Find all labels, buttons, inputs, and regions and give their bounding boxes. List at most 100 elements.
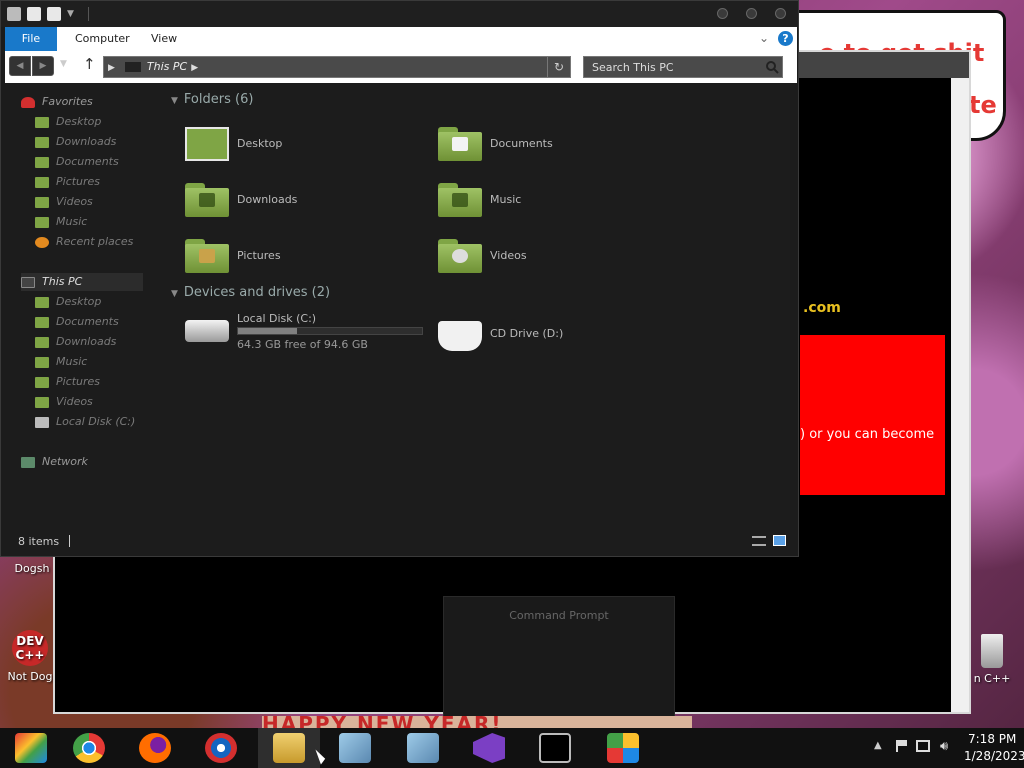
background-scrollbar[interactable] — [951, 78, 969, 712]
background-red-text: ) or you can become — [800, 427, 935, 442]
devcpp-icon: DEV C++ — [12, 630, 48, 666]
taskbar-app-command-prompt[interactable] — [524, 728, 586, 768]
nav-pc-local-disk[interactable]: Local Disk (C:) — [35, 413, 135, 431]
nav-fav-desktop[interactable]: Desktop — [35, 113, 101, 131]
clock-time[interactable]: 7:18 PM — [968, 732, 1016, 746]
taskbar-app-network-setup[interactable] — [324, 728, 386, 768]
desktop-icon-devcpp[interactable]: DEV C++ Not Dog — [0, 630, 60, 683]
help-icon[interactable]: ? — [778, 31, 793, 46]
recent-locations-icon[interactable]: ▼ — [60, 59, 67, 69]
folder-documents[interactable]: Documents — [438, 125, 658, 169]
toolbar-separator — [87, 7, 89, 21]
clock-date[interactable]: 1/28/2023 — [964, 749, 1024, 763]
folder-music[interactable]: Music — [438, 181, 658, 225]
nav-this-pc[interactable]: This PC — [21, 273, 143, 291]
minimize-button[interactable] — [717, 8, 728, 19]
nav-pc-pictures[interactable]: Pictures — [35, 373, 100, 391]
nav-favorites[interactable]: Favorites — [21, 93, 93, 111]
pictures-folder-icon — [185, 239, 229, 273]
taskbar-app-chrome[interactable] — [58, 728, 120, 768]
volume-icon[interactable]: 🔊︎ — [940, 739, 948, 754]
nav-fav-videos[interactable]: Videos — [35, 193, 93, 211]
taskbar-app-firefox[interactable] — [124, 728, 186, 768]
chrome-remote-icon — [15, 733, 47, 763]
nav-pc-documents[interactable]: Documents — [35, 313, 119, 331]
desktop-icon — [35, 116, 49, 128]
nav-pc-downloads[interactable]: Downloads — [35, 333, 116, 351]
expand-ribbon-icon[interactable]: ⌄ — [759, 31, 769, 45]
nav-fav-downloads[interactable]: Downloads — [35, 133, 116, 151]
folder-desktop[interactable]: Desktop — [185, 125, 405, 169]
search-input[interactable] — [584, 57, 754, 77]
tab-view[interactable]: View — [151, 27, 177, 51]
folder-pictures[interactable]: Pictures — [185, 237, 405, 281]
network-icon — [21, 456, 35, 468]
nav-fav-music[interactable]: Music — [35, 213, 87, 231]
details-view-icon[interactable] — [752, 536, 766, 546]
up-button[interactable]: ↑ — [83, 55, 96, 73]
command-prompt-preview-title: Command Prompt — [509, 609, 609, 622]
folder-downloads[interactable]: Downloads — [185, 181, 405, 225]
new-folder-icon[interactable] — [47, 7, 61, 21]
computer-icon — [21, 276, 35, 288]
nav-fav-pictures[interactable]: Pictures — [35, 173, 100, 191]
system-menu-icon[interactable] — [7, 7, 21, 21]
explorer-titlebar[interactable]: ▼ — [1, 1, 798, 27]
nav-network[interactable]: Network — [21, 453, 88, 471]
properties-icon[interactable] — [27, 7, 41, 21]
documents-icon — [35, 156, 49, 168]
desktop-icon-recycle-bin[interactable]: n C++ — [962, 634, 1022, 685]
large-icons-view-icon[interactable] — [773, 535, 786, 546]
taskbar-app-control-panel[interactable] — [592, 728, 654, 768]
folder-videos[interactable]: Videos — [438, 237, 658, 281]
cd-drive-icon — [438, 321, 482, 351]
drive-cd-d[interactable]: CD Drive (D:) — [438, 317, 658, 361]
folders-group-header[interactable]: ▼ Folders (6) — [171, 92, 253, 107]
nav-label: Pictures — [56, 175, 101, 188]
file-explorer-icon — [273, 733, 305, 763]
nav-pc-desktop[interactable]: Desktop — [35, 293, 101, 311]
taskbar-app-file-explorer[interactable] — [258, 728, 320, 768]
search-icon[interactable] — [765, 60, 779, 74]
control-panel-icon — [607, 733, 639, 763]
maximize-button[interactable] — [746, 8, 757, 19]
action-center-flag-icon[interactable] — [896, 740, 908, 752]
address-bar[interactable]: ▶ This PC ▶ ↻ — [103, 56, 571, 78]
edge-icon — [205, 733, 237, 763]
forward-button[interactable]: ▶ — [32, 56, 54, 76]
devices-group-header[interactable]: ▼ Devices and drives (2) — [171, 285, 330, 300]
nav-label: Videos — [56, 195, 93, 208]
recent-places-icon — [35, 236, 49, 248]
videos-icon — [35, 396, 49, 408]
group-title: Folders (6) — [183, 92, 254, 107]
show-hidden-icons-icon[interactable]: ▲ — [874, 740, 882, 751]
nav-label: Favorites — [42, 95, 93, 108]
nav-fav-recent-places[interactable]: Recent places — [35, 233, 133, 251]
nav-pc-music[interactable]: Music — [35, 353, 87, 371]
search-box[interactable] — [583, 56, 783, 78]
taskbar-app-chrome-remote[interactable] — [0, 728, 62, 768]
drive-local-disk-c[interactable]: Local Disk (C:) 64.3 GB free of 94.6 GB — [185, 312, 425, 356]
network-status-icon[interactable] — [916, 740, 930, 752]
file-explorer-window[interactable]: ▼ File Computer View ⌄ ? ◀ ▶ ▼ ↑ ▶ This P… — [0, 0, 799, 557]
taskbar-app-edge[interactable] — [190, 728, 252, 768]
close-button[interactable] — [775, 8, 786, 19]
taskbar-app-network-setup-2[interactable] — [392, 728, 454, 768]
this-pc-icon — [124, 62, 141, 72]
back-button[interactable]: ◀ — [9, 56, 31, 76]
tab-file[interactable]: File — [5, 27, 57, 51]
refresh-button[interactable]: ↻ — [547, 57, 570, 77]
address-chevron-icon[interactable]: ▶ — [191, 63, 198, 73]
nav-label: Downloads — [56, 335, 117, 348]
nav-pc-videos[interactable]: Videos — [35, 393, 93, 411]
address-location[interactable]: This PC — [147, 60, 187, 73]
taskbar-app-visual-studio[interactable] — [458, 728, 520, 768]
group-title: Devices and drives (2) — [183, 285, 331, 300]
nav-fav-documents[interactable]: Documents — [35, 153, 119, 171]
desktop-icon — [35, 296, 49, 308]
network-setup-icon — [339, 733, 371, 763]
address-root-chevron-icon[interactable]: ▶ — [108, 63, 115, 73]
music-icon — [35, 356, 49, 368]
tab-computer[interactable]: Computer — [75, 27, 130, 51]
customize-toolbar-icon[interactable]: ▼ — [67, 9, 74, 19]
